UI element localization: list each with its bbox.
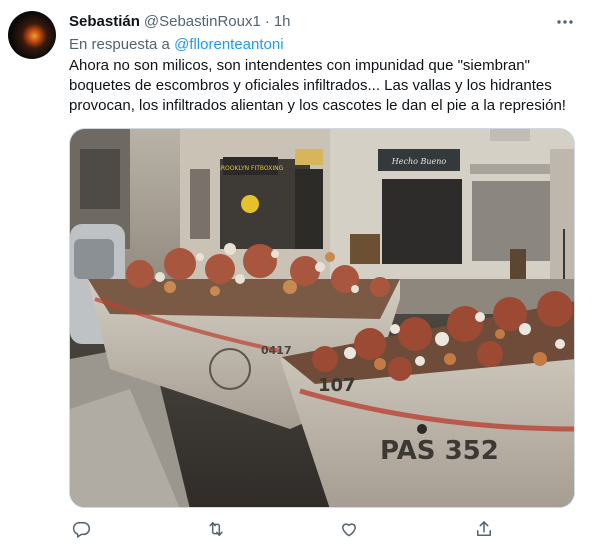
timestamp[interactable]: 1h: [274, 12, 291, 32]
tweet-header: Sebastián @SebastinRoux1 · 1h: [69, 12, 291, 32]
tweet-text-line: Ahora no son milicos, son intendentes co…: [69, 57, 530, 74]
storefront-sign: Hecho Bueno: [391, 157, 447, 166]
more-options-button[interactable]: [554, 12, 576, 32]
tweet-text-line: provocan, los infiltrados alientan y los…: [69, 97, 566, 114]
avatar[interactable]: [8, 11, 56, 59]
tweet-text-line: boquetes de escombros y oficiales infilt…: [69, 77, 552, 94]
reply-prefix: En respuesta a: [69, 36, 170, 53]
retweet-button[interactable]: [204, 517, 228, 541]
reply-context: En respuesta a @fllorenteantoni: [69, 35, 284, 55]
reply-icon: [72, 522, 91, 538]
share-button[interactable]: [472, 517, 496, 541]
tweet: Sebastián @SebastinRoux1 · 1h En respues…: [0, 0, 591, 551]
heart-icon: [342, 523, 356, 537]
container-marking: PAS 352: [380, 436, 499, 466]
tweet-photo[interactable]: BROOKLYN FITBOXING Hecho Bueno 0417 107 …: [69, 128, 575, 508]
reply-mention-link[interactable]: @fllorenteantoni: [174, 36, 283, 53]
street-debris-photo: BROOKLYN FITBOXING Hecho Bueno 0417 107 …: [70, 129, 574, 507]
tweet-text: Ahora no son milicos, son intendentes co…: [69, 56, 581, 116]
separator-dot: ·: [264, 13, 270, 30]
more-horizontal-icon: [557, 20, 573, 24]
container-marking: 107: [318, 375, 356, 396]
share-icon: [477, 521, 491, 536]
user-handle[interactable]: @SebastinRoux1: [144, 12, 261, 32]
reply-button[interactable]: [69, 517, 93, 541]
display-name[interactable]: Sebastián: [69, 12, 140, 32]
storefront-sign: BROOKLYN FITBOXING: [217, 165, 284, 172]
retweet-icon: [209, 522, 223, 536]
tweet-actions: [69, 517, 499, 541]
container-marking: 0417: [261, 344, 292, 357]
like-button[interactable]: [337, 517, 361, 541]
